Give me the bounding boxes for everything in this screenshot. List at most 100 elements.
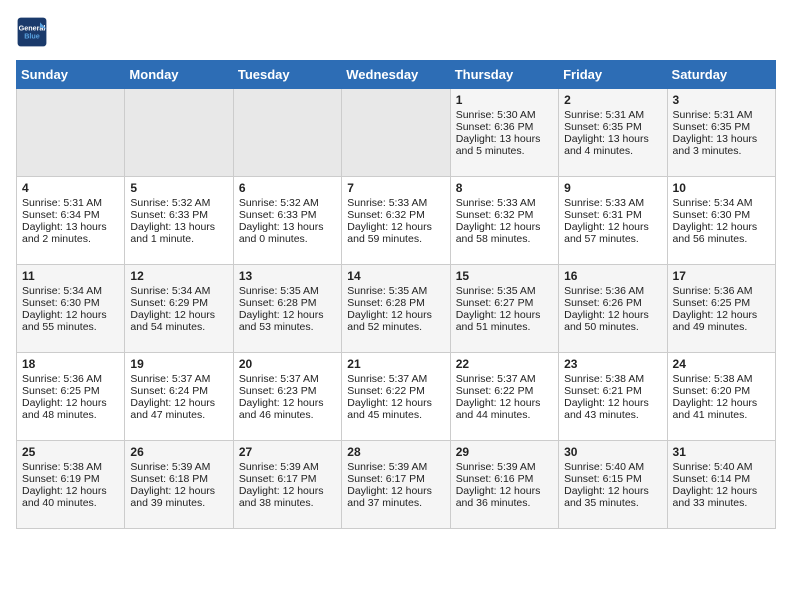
day-cell: 21 Sunrise: 5:37 AM Sunset: 6:22 PM Dayli…	[342, 353, 450, 441]
day-number: 22	[456, 357, 553, 371]
day-cell: 24Sunrise: 5:38 AM Sunset: 6:20 PM Dayli…	[667, 353, 775, 441]
day-info: Sunrise: 5:38 AM Sunset: 6:19 PM Dayligh…	[22, 461, 107, 509]
day-cell: 23Sunrise: 5:38 AM Sunset: 6:21 PM Dayli…	[559, 353, 667, 441]
day-number: 27	[239, 445, 336, 459]
calendar-header-row: SundayMondayTuesdayWednesdayThursdayFrid…	[17, 61, 776, 89]
day-number: 31	[673, 445, 770, 459]
day-info: Sunrise: 5:38 AM Sunset: 6:21 PM Dayligh…	[564, 373, 649, 421]
day-info: Sunrise: 5:39 AM Sunset: 6:18 PM Dayligh…	[130, 461, 215, 509]
day-cell: 8Sunrise: 5:33 AM Sunset: 6:32 PM Daylig…	[450, 177, 558, 265]
day-info: Sunrise: 5:39 AM Sunset: 6:16 PM Dayligh…	[456, 461, 541, 509]
day-info: Sunrise: 5:35 AM Sunset: 6:27 PM Dayligh…	[456, 285, 541, 333]
day-cell: 26 Sunrise: 5:39 AM Sunset: 6:18 PM Dayli…	[125, 441, 233, 529]
day-cell: 4 Sunrise: 5:31 AM Sunset: 6:34 PM Daylig…	[17, 177, 125, 265]
day-number: 19	[130, 357, 227, 371]
day-cell: 14 Sunrise: 5:35 AM Sunset: 6:28 PM Dayli…	[342, 265, 450, 353]
day-info: Sunrise: 5:31 AM Sunset: 6:35 PM Dayligh…	[564, 109, 649, 157]
day-info: Sunrise: 5:31 AM Sunset: 6:34 PM Dayligh…	[22, 197, 107, 245]
day-number: 11	[22, 269, 119, 283]
day-info: Sunrise: 5:37 AM Sunset: 6:23 PM Dayligh…	[239, 373, 324, 421]
day-info: Sunrise: 5:32 AM Sunset: 6:33 PM Dayligh…	[130, 197, 215, 245]
day-info: Sunrise: 5:36 AM Sunset: 6:26 PM Dayligh…	[564, 285, 649, 333]
day-cell	[17, 89, 125, 177]
day-info: Sunrise: 5:35 AM Sunset: 6:28 PM Dayligh…	[239, 285, 324, 333]
day-info: Sunrise: 5:34 AM Sunset: 6:29 PM Dayligh…	[130, 285, 215, 333]
calendar-body: 1 Sunrise: 5:30 AM Sunset: 6:36 PM Daylig…	[17, 89, 776, 529]
day-number: 3	[673, 93, 770, 107]
week-row-3: 11 Sunrise: 5:34 AM Sunset: 6:30 PM Dayli…	[17, 265, 776, 353]
day-info: Sunrise: 5:39 AM Sunset: 6:17 PM Dayligh…	[347, 461, 432, 509]
day-cell	[125, 89, 233, 177]
day-number: 21	[347, 357, 444, 371]
day-number: 12	[130, 269, 227, 283]
day-info: Sunrise: 5:34 AM Sunset: 6:30 PM Dayligh…	[673, 197, 758, 245]
week-row-1: 1 Sunrise: 5:30 AM Sunset: 6:36 PM Daylig…	[17, 89, 776, 177]
day-number: 17	[673, 269, 770, 283]
day-number: 6	[239, 181, 336, 195]
day-cell: 2 Sunrise: 5:31 AM Sunset: 6:35 PM Daylig…	[559, 89, 667, 177]
day-info: Sunrise: 5:38 AM Sunset: 6:20 PM Dayligh…	[673, 373, 758, 421]
day-cell: 19 Sunrise: 5:37 AM Sunset: 6:24 PM Dayli…	[125, 353, 233, 441]
day-cell: 9 Sunrise: 5:33 AM Sunset: 6:31 PM Daylig…	[559, 177, 667, 265]
col-header-sunday: Sunday	[17, 61, 125, 89]
day-info: Sunrise: 5:36 AM Sunset: 6:25 PM Dayligh…	[22, 373, 107, 421]
svg-text:Blue: Blue	[24, 31, 40, 40]
day-number: 10	[673, 181, 770, 195]
day-info: Sunrise: 5:37 AM Sunset: 6:24 PM Dayligh…	[130, 373, 215, 421]
col-header-friday: Friday	[559, 61, 667, 89]
col-header-monday: Monday	[125, 61, 233, 89]
day-number: 4	[22, 181, 119, 195]
day-cell: 16 Sunrise: 5:36 AM Sunset: 6:26 PM Dayli…	[559, 265, 667, 353]
day-number: 2	[564, 93, 661, 107]
day-info: Sunrise: 5:35 AM Sunset: 6:28 PM Dayligh…	[347, 285, 432, 333]
day-info: Sunrise: 5:33 AM Sunset: 6:32 PM Dayligh…	[456, 197, 541, 245]
col-header-saturday: Saturday	[667, 61, 775, 89]
day-info: Sunrise: 5:33 AM Sunset: 6:32 PM Dayligh…	[347, 197, 432, 245]
day-cell: 3 Sunrise: 5:31 AM Sunset: 6:35 PM Daylig…	[667, 89, 775, 177]
day-number: 28	[347, 445, 444, 459]
day-cell	[342, 89, 450, 177]
day-number: 16	[564, 269, 661, 283]
day-cell: 17 Sunrise: 5:36 AM Sunset: 6:25 PM Dayli…	[667, 265, 775, 353]
day-info: Sunrise: 5:33 AM Sunset: 6:31 PM Dayligh…	[564, 197, 649, 245]
day-cell: 31 Sunrise: 5:40 AM Sunset: 6:14 PM Dayli…	[667, 441, 775, 529]
day-number: 14	[347, 269, 444, 283]
day-number: 9	[564, 181, 661, 195]
day-number: 29	[456, 445, 553, 459]
day-number: 30	[564, 445, 661, 459]
week-row-4: 18Sunrise: 5:36 AM Sunset: 6:25 PM Dayli…	[17, 353, 776, 441]
day-number: 15	[456, 269, 553, 283]
day-info: Sunrise: 5:39 AM Sunset: 6:17 PM Dayligh…	[239, 461, 324, 509]
day-number: 20	[239, 357, 336, 371]
day-info: Sunrise: 5:34 AM Sunset: 6:30 PM Dayligh…	[22, 285, 107, 333]
day-info: Sunrise: 5:37 AM Sunset: 6:22 PM Dayligh…	[456, 373, 541, 421]
day-info: Sunrise: 5:30 AM Sunset: 6:36 PM Dayligh…	[456, 109, 541, 157]
day-number: 13	[239, 269, 336, 283]
day-cell: 11 Sunrise: 5:34 AM Sunset: 6:30 PM Dayli…	[17, 265, 125, 353]
day-cell: 7Sunrise: 5:33 AM Sunset: 6:32 PM Daylig…	[342, 177, 450, 265]
day-cell: 6 Sunrise: 5:32 AM Sunset: 6:33 PM Daylig…	[233, 177, 341, 265]
day-cell: 30 Sunrise: 5:40 AM Sunset: 6:15 PM Dayli…	[559, 441, 667, 529]
week-row-5: 25Sunrise: 5:38 AM Sunset: 6:19 PM Dayli…	[17, 441, 776, 529]
logo-icon: General Blue	[16, 16, 48, 48]
day-info: Sunrise: 5:37 AM Sunset: 6:22 PM Dayligh…	[347, 373, 432, 421]
day-info: Sunrise: 5:40 AM Sunset: 6:15 PM Dayligh…	[564, 461, 649, 509]
day-info: Sunrise: 5:32 AM Sunset: 6:33 PM Dayligh…	[239, 197, 324, 245]
col-header-tuesday: Tuesday	[233, 61, 341, 89]
day-info: Sunrise: 5:40 AM Sunset: 6:14 PM Dayligh…	[673, 461, 758, 509]
day-info: Sunrise: 5:31 AM Sunset: 6:35 PM Dayligh…	[673, 109, 758, 157]
day-number: 26	[130, 445, 227, 459]
page-header: General Blue	[16, 16, 776, 48]
day-cell: 1 Sunrise: 5:30 AM Sunset: 6:36 PM Daylig…	[450, 89, 558, 177]
day-cell: 27 Sunrise: 5:39 AM Sunset: 6:17 PM Dayli…	[233, 441, 341, 529]
day-number: 5	[130, 181, 227, 195]
day-number: 1	[456, 93, 553, 107]
col-header-wednesday: Wednesday	[342, 61, 450, 89]
day-cell: 29 Sunrise: 5:39 AM Sunset: 6:16 PM Dayli…	[450, 441, 558, 529]
day-cell: 25Sunrise: 5:38 AM Sunset: 6:19 PM Dayli…	[17, 441, 125, 529]
day-cell: 13 Sunrise: 5:35 AM Sunset: 6:28 PM Dayli…	[233, 265, 341, 353]
day-cell: 20 Sunrise: 5:37 AM Sunset: 6:23 PM Dayli…	[233, 353, 341, 441]
calendar-table: SundayMondayTuesdayWednesdayThursdayFrid…	[16, 60, 776, 529]
day-info: Sunrise: 5:36 AM Sunset: 6:25 PM Dayligh…	[673, 285, 758, 333]
day-cell: 18Sunrise: 5:36 AM Sunset: 6:25 PM Dayli…	[17, 353, 125, 441]
